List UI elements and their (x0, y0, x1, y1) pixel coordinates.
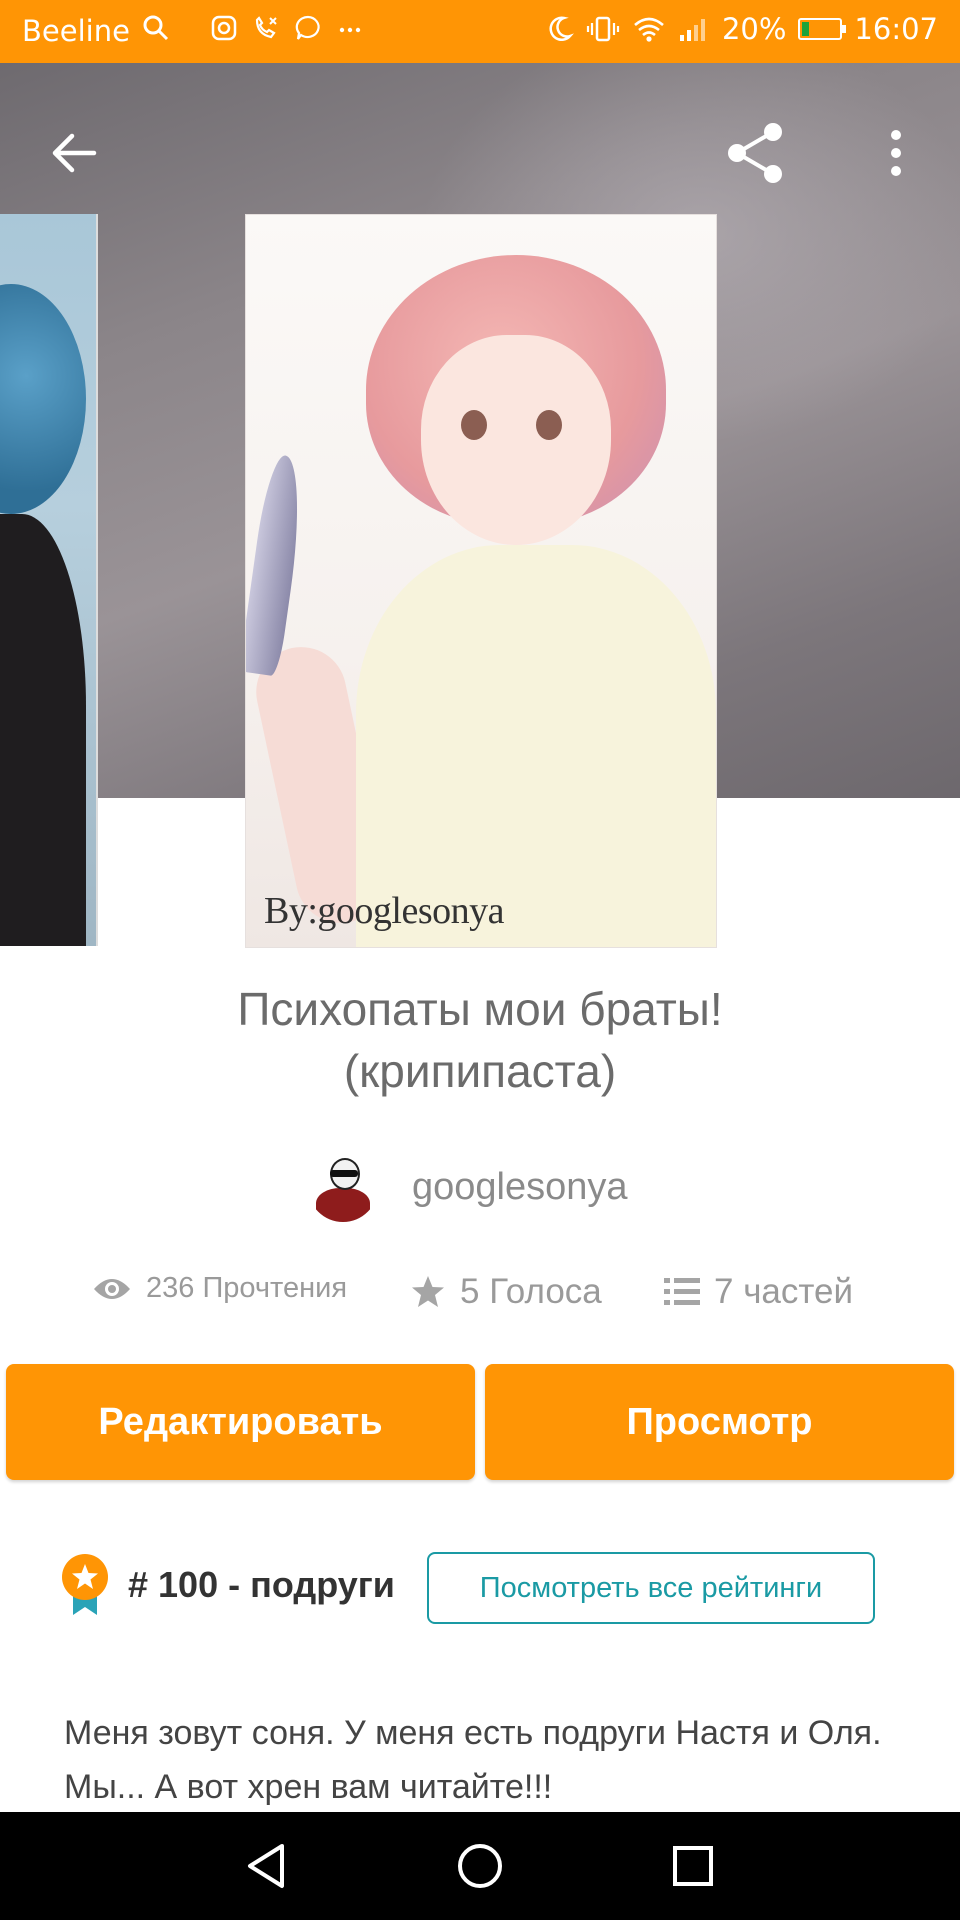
ranking: # 100 - подруги (60, 1553, 395, 1617)
battery-level-fill (802, 22, 810, 36)
status-notification-icons (142, 14, 364, 42)
star-icon (412, 1276, 444, 1307)
award-ribbon-icon (62, 1554, 108, 1615)
vibrate-icon (586, 16, 620, 42)
see-all-rankings-button[interactable]: Посмотреть все рейтинги (427, 1552, 875, 1624)
avatar[interactable] (308, 1152, 378, 1222)
back-button[interactable] (34, 113, 114, 193)
nav-recents-button[interactable] (663, 1836, 723, 1896)
eye-icon (94, 1278, 130, 1299)
story-title: Психопаты мои браты! (крипипаста) (60, 978, 900, 1102)
author-name[interactable]: googlesonya (412, 1166, 628, 1209)
search-icon (143, 15, 169, 41)
story-title-line1: Психопаты мои браты! (237, 983, 723, 1035)
carrier-name: Beeline (22, 14, 130, 48)
battery-icon (798, 18, 847, 40)
story-cover[interactable]: By:googlesonya (245, 214, 717, 948)
cover-art (0, 284, 86, 514)
signal-icon (679, 19, 705, 41)
preview-button[interactable]: Просмотр (485, 1364, 954, 1480)
moon-icon (549, 16, 574, 41)
more-vertical-icon (891, 130, 901, 176)
wifi-icon (634, 17, 664, 42)
share-button[interactable] (716, 113, 796, 193)
parts-stat: 7 частей (664, 1272, 853, 1312)
story-description: Меня зовут соня. У меня есть подруги Нас… (64, 1714, 882, 1806)
system-navigation-bar (0, 1812, 960, 1920)
cover-signature: By:googlesonya (264, 890, 504, 932)
share-icon (728, 123, 782, 183)
circle-home-icon (458, 1844, 502, 1888)
author-link[interactable]: googlesonya (308, 1152, 628, 1222)
more-notifications-icon (339, 27, 361, 33)
cover-art (421, 335, 611, 545)
votes-count: 5 Голоса (460, 1272, 602, 1311)
ranking-text: # 100 - подруги (128, 1564, 395, 1605)
previous-story-cover[interactable] (0, 214, 98, 946)
status-system-icons: 20% 16:07 (546, 12, 938, 46)
arrow-left-icon (52, 133, 97, 173)
status-bar: Beeline 20% 16:07 (0, 0, 960, 63)
parts-count: 7 частей (714, 1272, 854, 1311)
battery-percent: 20% (721, 12, 787, 46)
votes-stat: 5 Голоса (410, 1272, 602, 1312)
nav-back-button[interactable] (236, 1836, 296, 1896)
square-recents-icon (673, 1846, 713, 1886)
story-stats: 236 Прочтения 5 Голоса 7 частей (0, 1272, 960, 1328)
edit-button[interactable]: Редактировать (6, 1364, 475, 1480)
missed-call-icon (255, 16, 277, 39)
clock: 16:07 (854, 12, 938, 46)
triangle-back-icon (248, 1844, 284, 1888)
list-icon (664, 1278, 700, 1305)
more-options-button[interactable] (856, 113, 936, 193)
reads-stat: 236 Прочтения (92, 1272, 347, 1305)
instagram-icon (211, 15, 237, 41)
viber-icon (295, 15, 320, 40)
nav-home-button[interactable] (450, 1836, 510, 1896)
story-title-line2: (крипипаста) (343, 1045, 617, 1097)
reads-count: 236 Прочтения (146, 1272, 348, 1304)
